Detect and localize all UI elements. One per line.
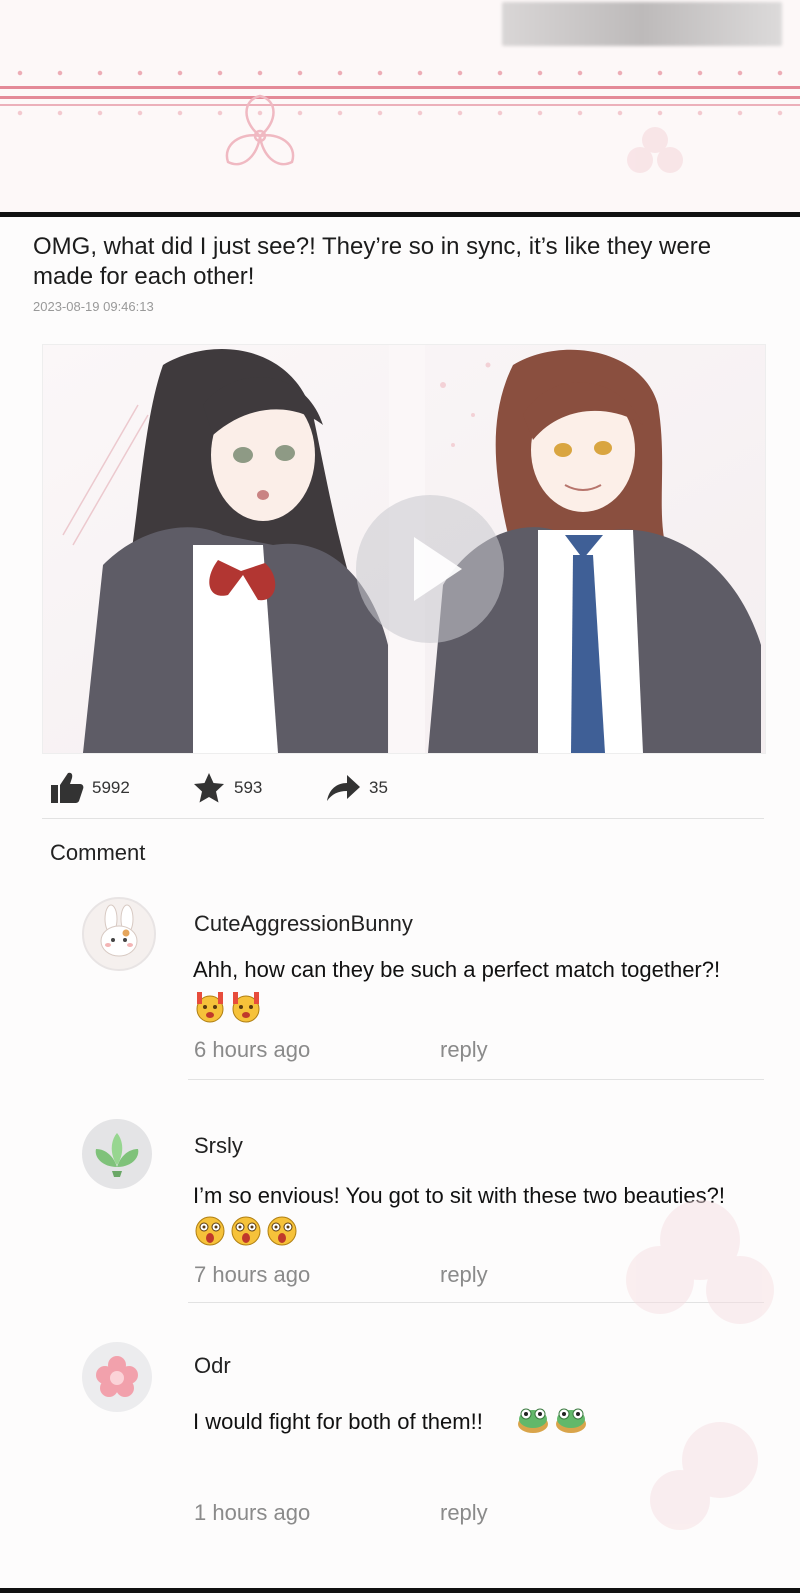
comment-time: 1 hours ago — [194, 1500, 311, 1525]
reply-button[interactable]: reply — [440, 1500, 488, 1526]
comment-username[interactable]: Srsly — [194, 1133, 243, 1159]
flower-avatar[interactable] — [82, 1342, 152, 1412]
reply-button[interactable]: reply — [440, 1037, 488, 1063]
like-button[interactable]: 5992 — [50, 770, 130, 806]
panel-border — [0, 212, 800, 217]
comment-divider — [188, 1079, 764, 1080]
post-stats: 5992 593 35 — [50, 770, 750, 806]
video-player[interactable] — [42, 344, 766, 754]
comment-time: 7 hours ago — [194, 1262, 311, 1287]
like-count: 5992 — [92, 778, 130, 797]
comment-username[interactable]: Odr — [194, 1353, 231, 1379]
shocked-emoji — [231, 1216, 261, 1246]
comments-heading: Comment — [50, 840, 146, 865]
sakura-flower-icon — [225, 94, 295, 166]
cheering-emoji — [232, 992, 260, 1023]
post-timestamp: 2023-08-19 09:46:13 — [33, 299, 154, 314]
shocked-emoji — [195, 1216, 225, 1246]
sakura-flower-icon — [626, 1200, 774, 1530]
emoji-row — [193, 1214, 299, 1250]
stats-divider — [42, 818, 764, 819]
blurred-watermark — [502, 2, 782, 46]
star-icon — [194, 773, 224, 803]
play-button[interactable] — [356, 495, 504, 643]
banner-dots — [0, 106, 800, 120]
comment-username[interactable]: CuteAggressionBunny — [194, 911, 413, 937]
favorite-button[interactable]: 593 — [192, 770, 262, 806]
leaf-avatar[interactable] — [82, 1119, 152, 1189]
share-arrow-icon — [327, 775, 360, 801]
bunny-avatar[interactable] — [82, 897, 156, 971]
banner-stripe — [0, 96, 800, 99]
bunny-icon — [100, 904, 138, 957]
flower-icon — [96, 1356, 138, 1397]
comment-text: Ahh, how can they be such a perfect matc… — [193, 957, 721, 982]
thumbs-up-icon — [51, 772, 84, 803]
panel-border — [0, 1588, 800, 1593]
decorative-banner — [0, 0, 800, 212]
frog-emoji — [556, 1408, 586, 1433]
share-button[interactable]: 35 — [325, 770, 388, 806]
shocked-emoji — [267, 1216, 297, 1246]
leaf-icon — [95, 1133, 139, 1177]
play-icon — [414, 537, 462, 601]
share-count: 35 — [369, 778, 388, 797]
comment-time: 6 hours ago — [194, 1037, 311, 1062]
cheering-emoji — [196, 992, 224, 1023]
frog-emoji — [518, 1408, 548, 1433]
reply-button[interactable]: reply — [440, 1262, 488, 1288]
emoji-row — [193, 990, 263, 1026]
sakura-flower-icon — [627, 127, 683, 173]
comment-text: I would fight for both of them!! — [193, 1409, 483, 1434]
emoji-row — [515, 1402, 589, 1438]
post-text: OMG, what did I just see?! They’re so in… — [33, 233, 712, 290]
favorite-count: 593 — [234, 778, 263, 797]
banner-stripe — [0, 86, 800, 89]
banner-dots — [0, 66, 800, 80]
